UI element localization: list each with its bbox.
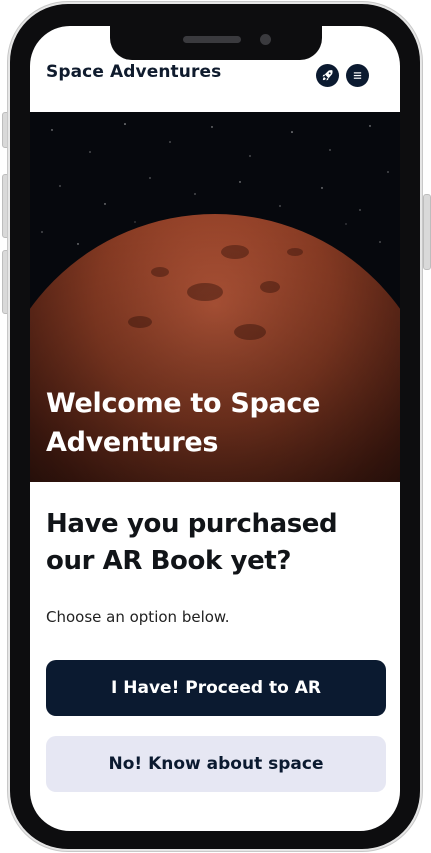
hero-banner: Welcome to Space Adventures [30, 112, 400, 482]
app-header: Space Adventures [30, 54, 400, 110]
device-side-button-right [423, 194, 431, 270]
question-heading: Have you purchased our AR Book yet? [46, 509, 338, 576]
device-side-button-left-1 [2, 112, 10, 148]
menu-button[interactable] [346, 64, 369, 87]
rocket-button[interactable] [316, 64, 339, 87]
phone-notch [110, 22, 322, 60]
front-camera [260, 34, 271, 45]
instruction-text: Choose an option below. [46, 608, 230, 626]
proceed-to-ar-button[interactable]: I Have! Proceed to AR [46, 660, 386, 716]
phone-frame: Space Adventures Welcome to Space Advent… [10, 4, 420, 849]
rocket-icon [321, 69, 334, 82]
device-side-button-left-2 [2, 174, 10, 238]
menu-icon [352, 70, 363, 81]
device-side-button-left-3 [2, 250, 10, 314]
app-title: Space Adventures [46, 62, 222, 82]
speaker-grille [183, 36, 241, 43]
know-about-space-button[interactable]: No! Know about space [46, 736, 386, 792]
device-mockup: Space Adventures Welcome to Space Advent… [0, 0, 431, 853]
app-screen: Space Adventures Welcome to Space Advent… [30, 26, 400, 831]
hero-title: Welcome to Space Adventures [46, 388, 321, 458]
